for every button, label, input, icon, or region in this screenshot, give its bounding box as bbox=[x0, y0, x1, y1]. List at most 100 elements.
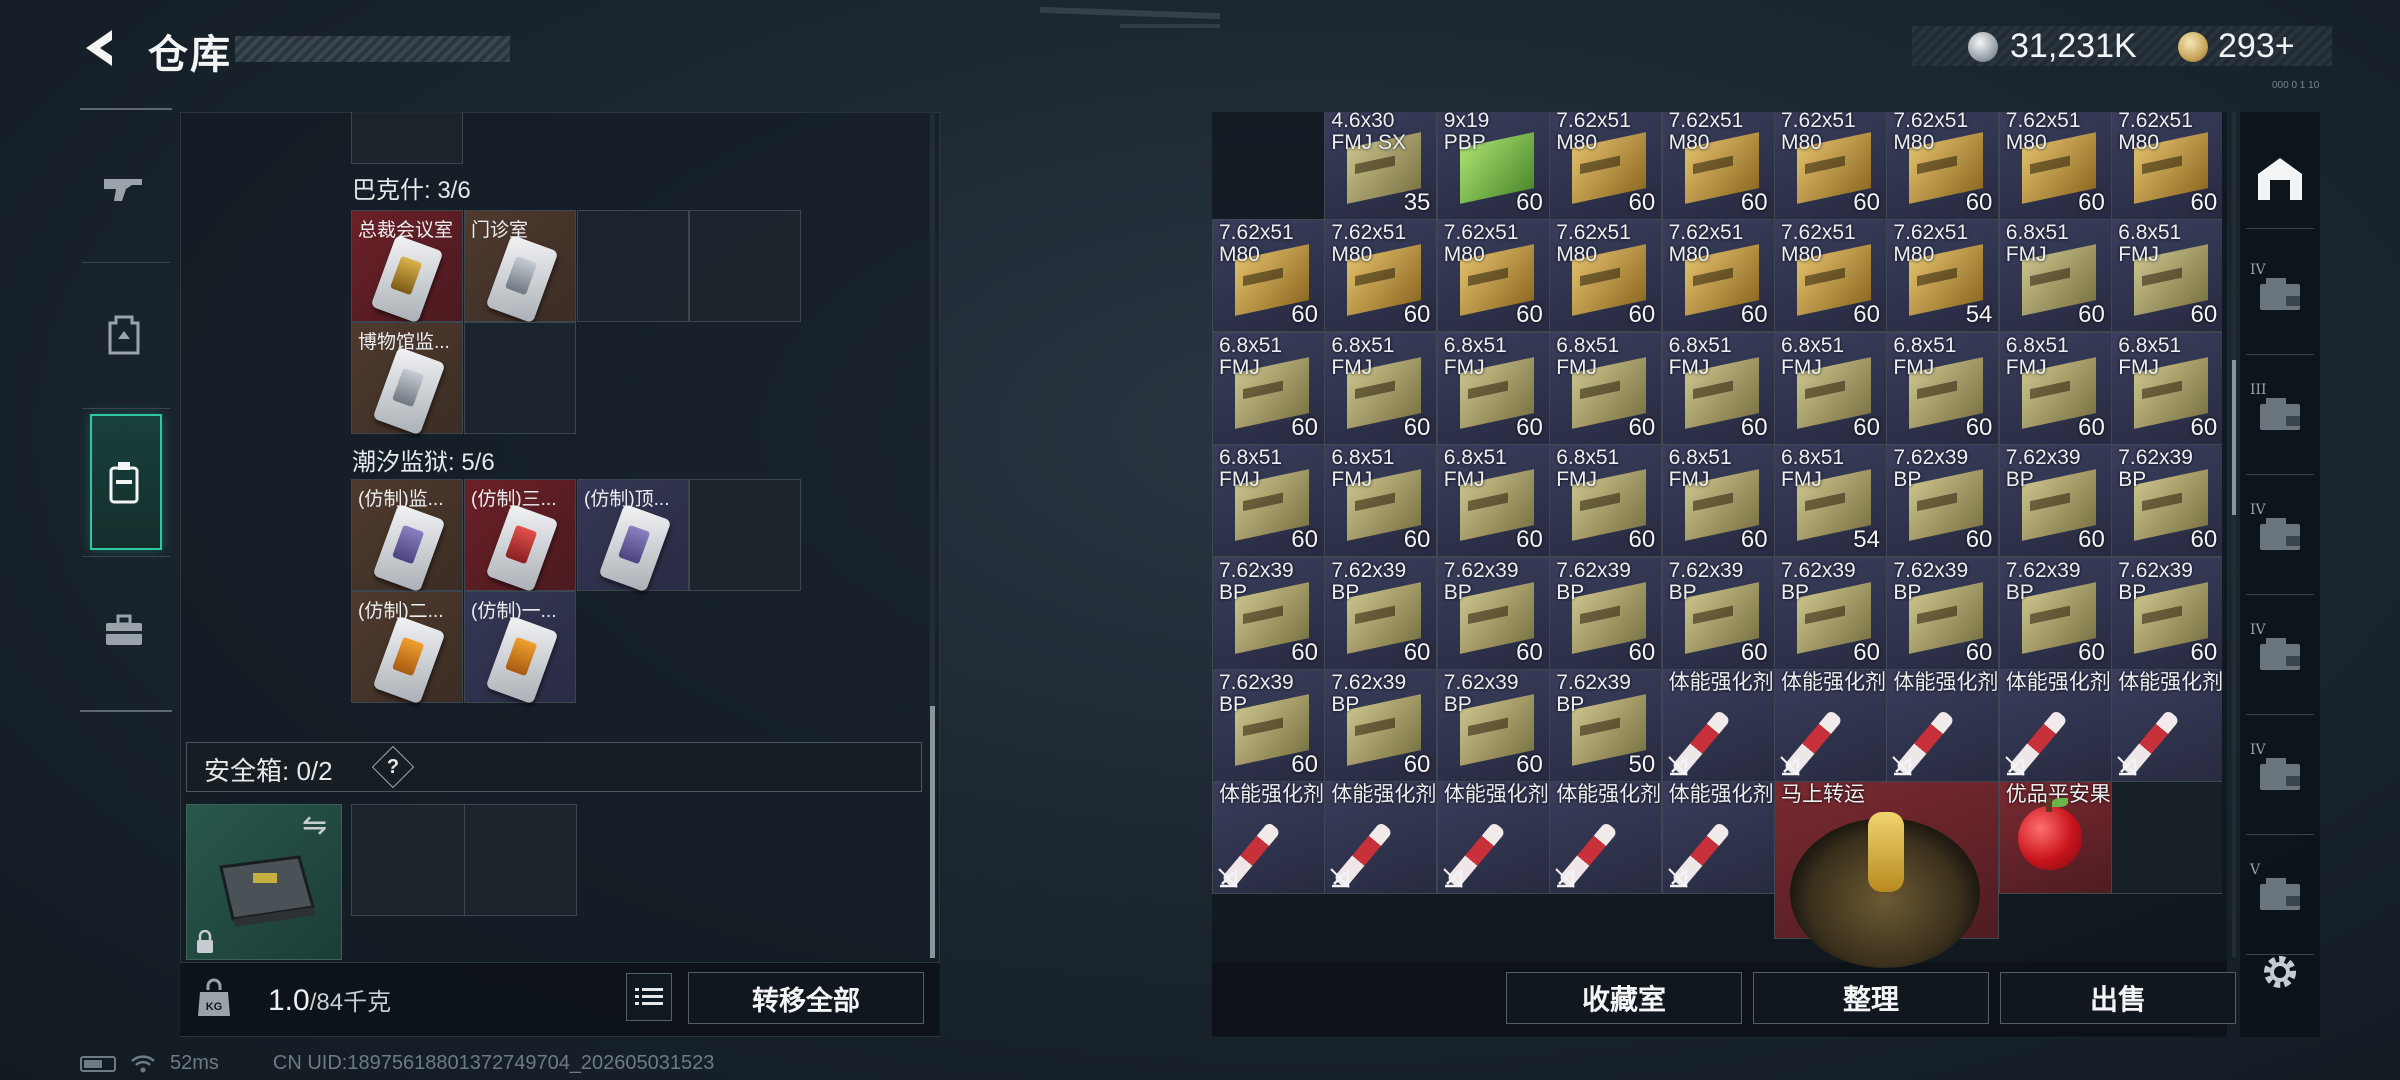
battery-icon bbox=[80, 1055, 116, 1072]
safe-box-slot[interactable] bbox=[351, 804, 577, 916]
inventory-item[interactable]: 6.8x51 FMJ 60 bbox=[1436, 444, 1550, 558]
transfer-all-button[interactable]: 转移全部 bbox=[688, 972, 924, 1024]
empty-slot[interactable] bbox=[2111, 781, 2222, 895]
backpack-tab[interactable] bbox=[88, 294, 160, 374]
inventory-item[interactable]: 7.62x51 M80 60 bbox=[1998, 112, 2112, 220]
inventory-item[interactable]: 体能强化剂 bbox=[1324, 781, 1438, 895]
inventory-item[interactable]: 9x19 PBP 60 bbox=[1436, 112, 1550, 220]
inventory-item[interactable]: 6.8x51 FMJ 60 bbox=[1212, 331, 1325, 445]
inventory-item[interactable]: 6.8x51 FMJ 60 bbox=[2111, 219, 2222, 333]
inventory-item[interactable]: 6.8x51 FMJ 60 bbox=[1549, 331, 1663, 445]
inventory-item[interactable]: 6.8x51 FMJ 60 bbox=[1324, 331, 1438, 445]
empty-slot[interactable] bbox=[464, 322, 576, 434]
inventory-item[interactable]: 6.8x51 FMJ 54 bbox=[1774, 444, 1887, 558]
inventory-item[interactable]: 7.62x39 BP 60 bbox=[1998, 444, 2112, 558]
inventory-item[interactable]: 7.62x51 M80 60 bbox=[1324, 219, 1438, 333]
sell-button[interactable]: 出售 bbox=[2000, 972, 2236, 1024]
item-slot[interactable]: (仿制)二... bbox=[351, 591, 463, 705]
inventory-item[interactable]: 7.62x51 M80 54 bbox=[1886, 219, 2000, 333]
item-slot[interactable]: 博物馆监... bbox=[351, 322, 463, 436]
storage-module-tab[interactable]: IV bbox=[2248, 260, 2312, 324]
storage-module-tab[interactable]: V bbox=[2248, 860, 2312, 924]
inventory-item[interactable]: 体能强化剂 bbox=[1436, 781, 1550, 895]
scrollbar-thumb[interactable] bbox=[930, 706, 935, 958]
inventory-item[interactable]: 7.62x39 BP 60 bbox=[1436, 556, 1550, 670]
inventory-item[interactable]: 6.8x51 FMJ 60 bbox=[1998, 331, 2112, 445]
sidebar-divider bbox=[80, 710, 172, 712]
inventory-item[interactable]: 7.62x51 M80 60 bbox=[1886, 112, 2000, 220]
inventory-item[interactable]: 7.62x51 M80 60 bbox=[1661, 112, 1775, 220]
inventory-item[interactable]: 体能强化剂 bbox=[1661, 781, 1775, 895]
gold-currency-value[interactable]: 293+ bbox=[2218, 27, 2295, 66]
empty-slot[interactable] bbox=[689, 210, 801, 322]
inventory-item[interactable]: 7.62x39 BP 60 bbox=[1436, 669, 1550, 782]
inventory-item[interactable]: 7.62x51 M80 60 bbox=[1549, 112, 1663, 220]
item-slot[interactable]: (仿制)一... bbox=[464, 591, 576, 705]
inventory-item[interactable]: 7.62x39 BP 60 bbox=[2111, 444, 2222, 558]
storage-module-tab[interactable]: IV bbox=[2248, 620, 2312, 684]
add-currency-icon[interactable]: + bbox=[2275, 27, 2295, 65]
inventory-item[interactable]: 7.62x39 BP 60 bbox=[1324, 669, 1438, 782]
inventory-item[interactable]: 7.62x51 M80 60 bbox=[1774, 112, 1887, 220]
toolbox-tab[interactable] bbox=[88, 590, 160, 670]
inventory-item[interactable]: 7.62x39 BP 60 bbox=[2111, 556, 2222, 670]
item-slot[interactable]: (仿制)顶... bbox=[577, 479, 689, 593]
inventory-item[interactable]: 6.8x51 FMJ 60 bbox=[1436, 331, 1550, 445]
inventory-item[interactable]: 体能强化剂 bbox=[1661, 669, 1775, 782]
inventory-item[interactable]: 7.62x39 BP 60 bbox=[1212, 669, 1325, 782]
inventory-item[interactable]: 6.8x51 FMJ 60 bbox=[1212, 444, 1325, 558]
inventory-item[interactable]: 7.62x51 M80 60 bbox=[1549, 219, 1663, 333]
container-tab[interactable] bbox=[88, 442, 160, 522]
item-slot[interactable]: 总裁会议室 bbox=[351, 210, 463, 324]
inventory-item[interactable]: 7.62x39 BP 60 bbox=[1774, 556, 1887, 670]
inventory-item[interactable]: 7.62x51 M80 60 bbox=[1774, 219, 1887, 333]
swap-icon[interactable]: ⇋ bbox=[302, 808, 327, 843]
inventory-item[interactable]: 6.8x51 FMJ 60 bbox=[1886, 331, 2000, 445]
item-name: 体能强化剂 bbox=[1443, 783, 1549, 807]
inventory-item[interactable]: 体能强化剂 bbox=[1998, 669, 2112, 782]
back-arrow-icon[interactable] bbox=[78, 26, 122, 70]
warehouse-tab[interactable] bbox=[2248, 146, 2312, 210]
inventory-item[interactable]: 7.62x51 M80 60 bbox=[2111, 112, 2222, 220]
inventory-item[interactable]: 7.62x39 BP 60 bbox=[1661, 556, 1775, 670]
storage-module-tab[interactable]: IV bbox=[2248, 500, 2312, 564]
inventory-item[interactable]: 体能强化剂 bbox=[2111, 669, 2222, 782]
inventory-item[interactable]: 7.62x51 M80 60 bbox=[1212, 219, 1325, 333]
inventory-item[interactable]: 6.8x51 FMJ 60 bbox=[1549, 444, 1663, 558]
inventory-item[interactable]: 7.62x39 BP 60 bbox=[1212, 556, 1325, 670]
inventory-item[interactable]: 6.8x51 FMJ 60 bbox=[1661, 331, 1775, 445]
item-slot[interactable]: (仿制)三... bbox=[464, 479, 576, 593]
scrollbar-track[interactable] bbox=[2232, 112, 2236, 957]
inventory-item[interactable]: 6.8x51 FMJ 60 bbox=[1998, 219, 2112, 333]
inventory-item[interactable]: 7.62x39 BP 60 bbox=[1886, 444, 2000, 558]
storage-module-tab[interactable]: III bbox=[2248, 380, 2312, 444]
item-slot[interactable]: (仿制)监... bbox=[351, 479, 463, 593]
empty-slot[interactable] bbox=[577, 210, 689, 322]
inventory-item[interactable]: 6.8x51 FMJ 60 bbox=[2111, 331, 2222, 445]
collection-room-button[interactable]: 收藏室 bbox=[1506, 972, 1742, 1024]
inventory-item[interactable]: 7.62x51 M80 60 bbox=[1436, 219, 1550, 333]
inventory-item[interactable]: 7.62x39 BP 50 bbox=[1549, 669, 1663, 782]
inventory-item[interactable]: 6.8x51 FMJ 60 bbox=[1324, 444, 1438, 558]
inventory-item[interactable]: 体能强化剂 bbox=[1774, 669, 1887, 782]
storage-module-tab[interactable]: IV bbox=[2248, 740, 2312, 804]
inventory-item[interactable]: 7.62x39 BP 60 bbox=[1324, 556, 1438, 670]
inventory-item[interactable]: 7.62x39 BP 60 bbox=[1886, 556, 2000, 670]
inventory-item[interactable]: 7.62x51 M80 60 bbox=[1661, 219, 1775, 333]
sort-button[interactable]: 整理 bbox=[1753, 972, 1989, 1024]
inventory-item[interactable]: 4.6x30 FMJ SX 35 bbox=[1324, 112, 1438, 220]
inventory-item[interactable]: 体能强化剂 bbox=[1212, 781, 1325, 895]
inventory-item[interactable]: 7.62x39 BP 60 bbox=[1998, 556, 2112, 670]
inventory-item[interactable]: 体能强化剂 bbox=[1886, 669, 2000, 782]
scrollbar-thumb[interactable] bbox=[2232, 360, 2236, 515]
empty-slot[interactable] bbox=[351, 112, 463, 164]
inventory-item[interactable]: 7.62x39 BP 60 bbox=[1549, 556, 1663, 670]
empty-slot[interactable] bbox=[689, 479, 801, 591]
inventory-item[interactable]: 6.8x51 FMJ 60 bbox=[1661, 444, 1775, 558]
weapon-tab[interactable] bbox=[88, 148, 160, 228]
inventory-item[interactable]: 体能强化剂 bbox=[1549, 781, 1663, 895]
inventory-item[interactable]: 6.8x51 FMJ 60 bbox=[1774, 331, 1887, 445]
settings-gear-icon[interactable] bbox=[2258, 950, 2302, 994]
item-slot[interactable]: 门诊室 bbox=[464, 210, 576, 324]
list-view-button[interactable] bbox=[626, 973, 672, 1021]
